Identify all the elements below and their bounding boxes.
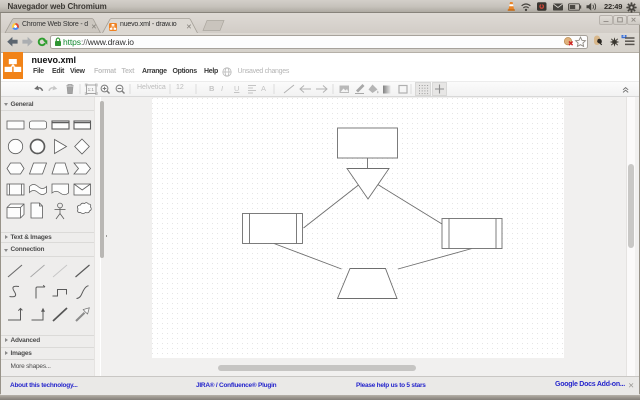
svg-text:1:1: 1:1 <box>88 87 95 92</box>
